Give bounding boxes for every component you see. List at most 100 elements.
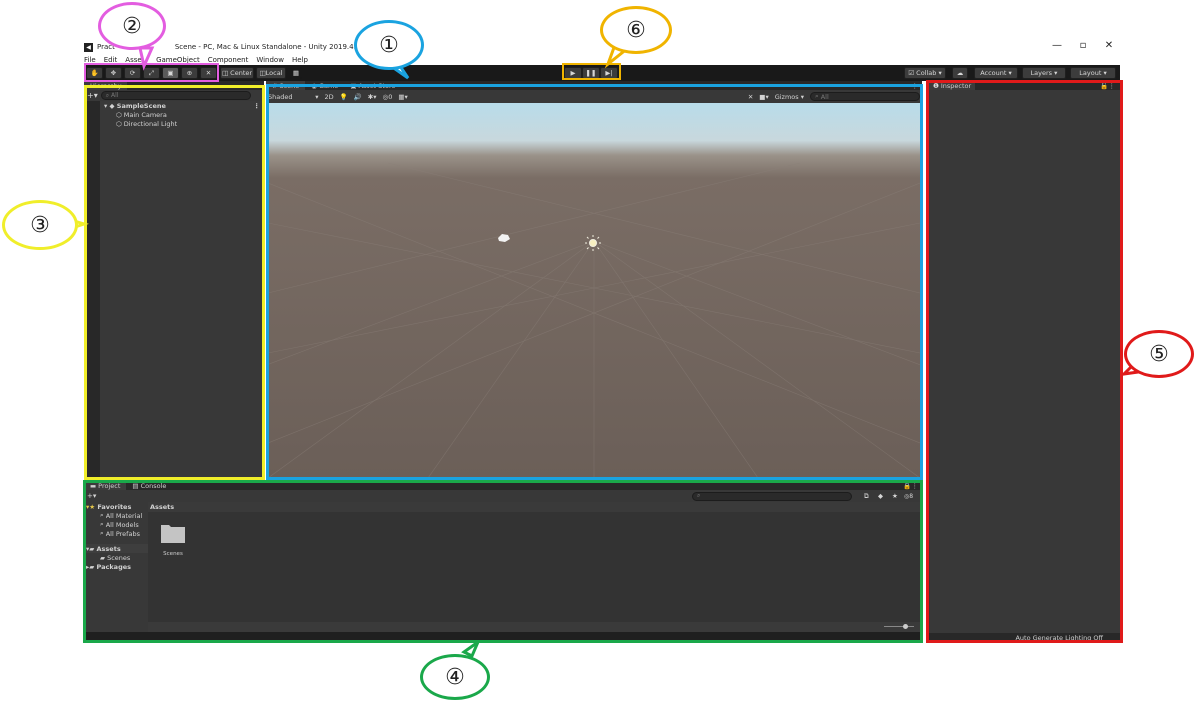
package-count: 8 [909,492,914,500]
project-tree: ▾★ Favorites ⌕ All Materials ⌕ All Model… [86,502,148,642]
layers-dropdown[interactable]: Layers ▾ [1022,67,1066,79]
hierarchy-item[interactable]: ⬡ Directional Light [116,119,264,128]
favorite-icon[interactable]: ★ [892,492,898,500]
lighting-status: Auto Generate Lighting Off [1015,633,1103,642]
favorite-item-label: All Models [105,520,139,529]
camera-gizmo-icon[interactable] [498,234,510,242]
search-icon: ⌕ [697,492,701,499]
favorite-item[interactable]: ⌕ All Models [86,520,148,529]
lock-icon[interactable]: 🔓⋮ [1100,82,1115,90]
assets-child[interactable]: ▰ Scenes [86,553,148,562]
hierarchy-item[interactable]: ⬡ Main Camera [116,110,264,119]
scene-panel-menu-icon[interactable]: ⋮ [912,82,919,90]
menu-help[interactable]: Help [292,56,308,64]
packages-node-label: Packages [96,562,131,571]
favorites-node[interactable]: ▾★ Favorites [86,502,148,511]
inspector-panel: ❶ Inspector 🔓⋮ Auto Generate Lighting Off [927,81,1121,642]
favorites-label: Favorites [97,502,132,511]
account-dropdown[interactable]: Account ▾ [974,67,1018,79]
folder-icon: ▸▰ [86,562,97,571]
star-icon: ▾★ [86,502,98,511]
folder-item[interactable]: Scenes [158,522,188,564]
folder-open-icon: ▾▰ [86,544,97,553]
scene-search-input[interactable]: ⌕ All [810,92,920,101]
menu-file[interactable]: File [84,56,96,64]
project-toolbar: +▾ ⌕ ⧉ ◆ ★ ◎8 [84,490,922,502]
hierarchy-toolbar: +▾ ⌕ All [84,90,264,101]
tab-inspector[interactable]: ❶ Inspector [927,81,975,90]
project-panel: ▬ Project ▤ Console 🔒⋮ +▾ ⌕ ⧉ ◆ ★ ◎8 ▾★ Fa… [84,481,922,642]
tab-scene[interactable]: # Scene [266,81,306,90]
game-tab-icon: ◉ [311,81,317,90]
layout-dropdown[interactable]: Layout ▾ [1070,67,1116,79]
tab-console[interactable]: ▤ Console [126,481,172,490]
scene-name: SampleScene [116,101,166,110]
pivot-icon: ◫ [221,69,229,77]
project-search-input[interactable]: ⌕ [692,491,852,501]
close-button[interactable]: ✕ [1096,40,1122,51]
project-panel-menu-icon[interactable]: 🔒⋮ [903,482,918,490]
collab-button[interactable]: ☑ Collab ▾ [904,67,946,79]
callout-4: ④ [420,654,490,700]
tab-asset-store[interactable]: ▣ Asset Store [344,81,401,90]
camera-icon[interactable]: ■▾ [759,93,768,101]
pivot-local-button[interactable]: ◫ Local [256,67,286,79]
grid-snap-icon[interactable]: ▦ [290,67,302,79]
scene-row[interactable]: ▾ ◆ SampleScene ⋮ [100,101,264,110]
window-controls: — ▫ ✕ [1044,40,1122,51]
pivot-center-button[interactable]: ◫ Center [220,67,254,79]
scene-menu-icon[interactable]: ⋮ [254,102,261,110]
cloud-icon[interactable]: ☁ [952,67,968,79]
project-content: Assets Scenes [148,502,922,642]
lighting-toggle-icon[interactable]: 💡 [340,93,348,101]
favorite-item[interactable]: ⌕ All Prefabs [86,529,148,538]
2d-toggle[interactable]: 2D [324,93,333,101]
hidden-objects-toggle[interactable]: ◎0 [383,93,393,101]
hierarchy-search-input[interactable]: ⌕ All [100,91,251,100]
tab-project[interactable]: ▬ Project [84,481,127,490]
grid-toggle-icon[interactable]: ▦▾ [398,93,407,101]
maximize-button[interactable]: ▫ [1070,40,1096,51]
custom-tool-icon[interactable]: ✕ [200,67,217,79]
filter-label-icon[interactable]: ◆ [878,492,883,500]
shading-dropdown[interactable]: Shaded ▾ [268,93,318,101]
tools-icon[interactable]: ✕ [748,93,753,101]
play-button[interactable]: ▶ [564,67,582,79]
menu-component[interactable]: Component [208,56,249,64]
project-tabbar: ▬ Project ▤ Console 🔒⋮ [84,481,922,490]
tab-hierarchy[interactable]: Hierarchy [84,81,128,90]
create-icon[interactable]: +▾ [87,492,96,500]
assets-node[interactable]: ▾▰ Assets [86,544,148,553]
project-tab-label: Project [98,481,121,490]
gameobject-icon: ⬡ [116,119,124,128]
gizmos-dropdown[interactable]: Gizmos ▾ [775,93,804,101]
zoom-slider-track[interactable] [884,626,914,627]
packages-node[interactable]: ▸▰ Packages [86,562,148,571]
hidden-packages-toggle[interactable]: ◎8 [904,493,913,500]
effects-toggle-icon[interactable]: ✱▾ [368,93,377,101]
add-icon[interactable]: +▾ [87,91,98,100]
scene-tab-icon: # [272,81,278,90]
transform-tool-icon[interactable]: ⊕ [181,67,198,79]
space-label: Local [265,69,283,77]
hierarchy-search-placeholder: All [111,92,119,99]
minimize-button[interactable]: — [1044,40,1070,51]
scene-toolbar: Shaded ▾ 2D 💡 🔊 ✱▾ ◎0 ▦▾ ✕ ■▾ Gizmos ▾ ⌕… [266,90,922,103]
tab-game[interactable]: ◉ Game [305,81,344,90]
zoom-slider-handle[interactable] [903,624,908,629]
hierarchy-item-label: Main Camera [123,110,167,119]
filter-type-icon[interactable]: ⧉ [864,492,869,501]
audio-toggle-icon[interactable]: 🔊 [354,93,362,101]
favorite-item[interactable]: ⌕ All Materials [86,511,148,520]
scene-viewport[interactable] [268,103,920,478]
callout-5: ⑤ [1124,330,1194,378]
status-bar: Auto Generate Lighting Off [927,633,1121,642]
menu-window[interactable]: Window [256,56,284,64]
unity-logo-icon: ◀ [84,42,93,52]
hidden-count: 0 [388,92,393,101]
project-footer [148,622,922,632]
console-tab-icon: ▤ [132,481,139,490]
pivot-label: Center [230,69,253,77]
hierarchy-panel: Hierarchy +▾ ⌕ All ▾ ◆ SampleScene ⋮ ⬡ M… [84,81,264,479]
folder-icon [161,525,185,543]
